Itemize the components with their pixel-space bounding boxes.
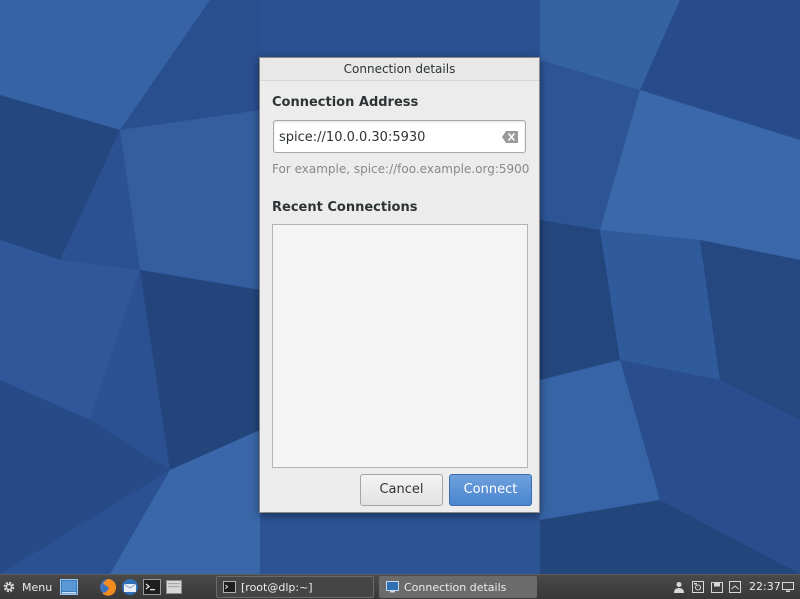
desktop-icon[interactable] xyxy=(60,578,78,596)
desktop: Connection details Connection Address Fo… xyxy=(0,0,800,574)
terminal-icon xyxy=(223,581,236,593)
task-terminal[interactable]: [root@dlp:~] xyxy=(216,576,374,598)
menu-button[interactable]: Menu xyxy=(2,577,52,597)
clear-text-icon[interactable] xyxy=(501,130,519,144)
address-example-hint: For example, spice://foo.example.org:590… xyxy=(272,162,530,176)
user-icon[interactable] xyxy=(673,581,685,593)
taskbar: Menu [root@dlp:~] Connection details 22:… xyxy=(0,574,800,599)
recent-connections-heading: Recent Connections xyxy=(272,200,418,215)
connection-address-field[interactable] xyxy=(273,120,526,153)
task-connection-label: Connection details xyxy=(404,580,507,594)
connection-details-dialog: Connection details Connection Address Fo… xyxy=(259,57,540,513)
cancel-button[interactable]: Cancel xyxy=(360,474,443,506)
dialog-title[interactable]: Connection details xyxy=(260,58,539,81)
connection-address-heading: Connection Address xyxy=(272,95,419,110)
recent-connections-list[interactable] xyxy=(272,224,528,468)
remote-viewer-icon xyxy=(386,581,399,593)
gear-icon xyxy=(3,581,15,593)
firefox-icon[interactable] xyxy=(99,578,117,596)
files-icon[interactable] xyxy=(165,578,183,596)
notifications-icon[interactable] xyxy=(729,581,741,593)
connect-button[interactable]: Connect xyxy=(449,474,532,506)
task-connection-details[interactable]: Connection details xyxy=(379,576,537,598)
task-terminal-label: [root@dlp:~] xyxy=(241,580,313,594)
menu-label: Menu xyxy=(22,580,53,594)
thunderbird-icon[interactable] xyxy=(121,578,139,596)
terminal-icon[interactable] xyxy=(143,578,161,596)
connection-address-input[interactable] xyxy=(279,128,494,146)
display-icon[interactable] xyxy=(782,581,794,593)
screenshot-icon[interactable] xyxy=(692,581,704,593)
removable-media-icon[interactable] xyxy=(711,581,723,593)
clock[interactable]: 22:37 xyxy=(749,580,781,593)
